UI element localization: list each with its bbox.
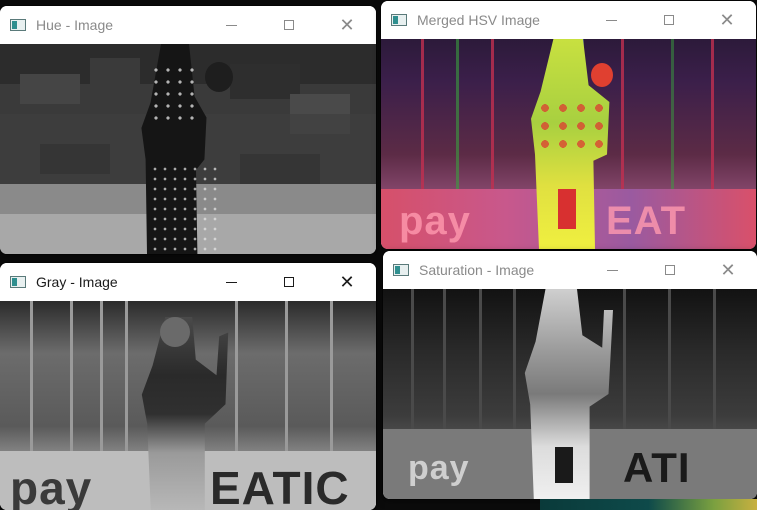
gray-minimize-button[interactable] [202,263,260,301]
merged-titlebar[interactable]: Merged HSV Image ✕ [381,1,756,39]
close-icon: ✕ [720,260,736,280]
gray-maximize-button[interactable] [260,263,318,301]
gray-window[interactable]: Gray - Image ✕ pay EATIC [0,263,376,510]
saturation-banner-left: pay [408,449,470,487]
merged-banner-left: pay [399,199,471,243]
minimize-icon [606,269,618,271]
merged-maximize-button[interactable] [640,1,698,39]
gray-window-title: Gray - Image [36,274,118,290]
opencv-window-icon [393,264,409,276]
hue-window-title: Hue - Image [36,17,114,33]
saturation-maximize-button[interactable] [641,251,699,289]
saturation-window[interactable]: Saturation - Image ✕ pay ATI [383,251,757,499]
hue-minimize-button[interactable] [202,6,260,44]
opencv-window-icon [10,19,26,31]
merged-banner-right: EAT [606,199,687,243]
merged-close-button[interactable]: ✕ [698,1,756,39]
gray-close-button[interactable]: ✕ [318,263,376,301]
opencv-window-icon [391,14,407,26]
maximize-icon [284,277,294,287]
close-icon: ✕ [719,10,735,30]
close-icon: ✕ [339,15,355,35]
hue-titlebar[interactable]: Hue - Image ✕ [0,6,376,44]
hue-maximize-button[interactable] [260,6,318,44]
minimize-icon [225,24,237,26]
minimize-icon [225,281,237,283]
saturation-image: pay ATI [383,289,757,499]
merged-minimize-button[interactable] [582,1,640,39]
maximize-icon [664,15,674,25]
hue-close-button[interactable]: ✕ [318,6,376,44]
gray-banner-left: pay [10,462,93,510]
hue-image [0,44,376,254]
saturation-banner-right: ATI [623,444,691,491]
saturation-minimize-button[interactable] [583,251,641,289]
saturation-window-title: Saturation - Image [419,262,535,278]
hue-window[interactable]: Hue - Image ✕ [0,6,376,254]
close-icon: ✕ [339,272,355,292]
maximize-icon [284,20,294,30]
opencv-window-icon [10,276,26,288]
desktop-background-sliver [540,499,757,510]
gray-image: pay EATIC [0,301,376,510]
minimize-icon [605,19,617,21]
maximize-icon [665,265,675,275]
merged-hsv-window[interactable]: Merged HSV Image ✕ pay EAT [381,1,756,249]
gray-titlebar[interactable]: Gray - Image ✕ [0,263,376,301]
gray-banner-right: EATIC [210,462,350,510]
merged-hsv-image: pay EAT [381,39,756,249]
merged-window-title: Merged HSV Image [417,12,540,28]
saturation-titlebar[interactable]: Saturation - Image ✕ [383,251,757,289]
saturation-close-button[interactable]: ✕ [699,251,757,289]
